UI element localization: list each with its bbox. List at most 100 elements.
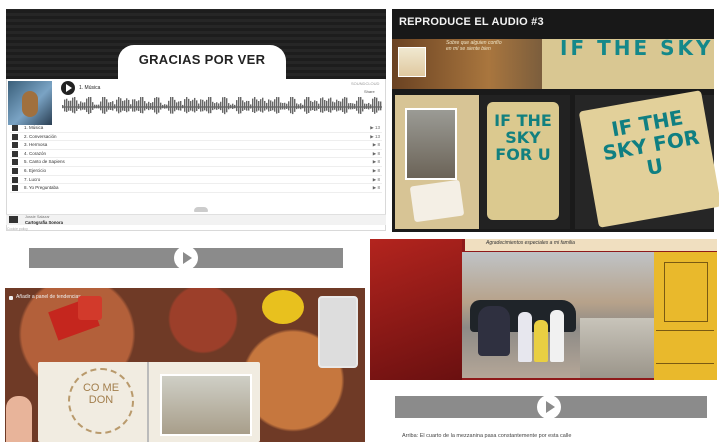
waveform-bar [342,98,344,113]
waveform-bar [218,103,220,110]
track-thumbnail-icon[interactable] [12,133,18,140]
play-button[interactable] [61,81,75,95]
pin-icon[interactable] [9,296,13,300]
waveform-bar [212,101,214,111]
waveform-bar [296,103,298,110]
street [580,318,654,378]
track-row[interactable]: 1. Música ▶ 13 [10,124,382,133]
cookie-policy-link[interactable]: Cookie policy [7,227,28,231]
track-thumbnail-icon[interactable] [12,159,18,166]
waveform-bar [360,97,362,114]
waveform-bar [198,103,200,110]
track-thumbnail-icon[interactable] [12,176,18,183]
waveform-bar [350,103,352,110]
sketch-lines [656,330,714,364]
notebook-lettering: CO ME DON [82,382,120,406]
track-play-count: ▶ 8 [372,150,380,156]
track-row[interactable]: 4. Corazón ▶ 8 [10,150,382,159]
track-row[interactable]: 8. Yo Preguntaba ▶ 8 [10,184,382,193]
waveform-bar [250,104,252,109]
waveform-bar [240,97,242,114]
track-row[interactable]: 7. Lucro ▶ 8 [10,176,382,185]
waveform-bar [290,97,292,114]
waveform-bar [76,100,78,111]
waveform-bar [168,100,170,111]
waveform-bar [208,97,210,114]
page-title: GRACIAS POR VER [138,52,266,67]
track-name[interactable]: 7. Lucro [24,176,40,184]
waveform-bar [298,104,300,109]
footer-avatar-icon[interactable] [9,216,18,223]
track-thumbnail-icon[interactable] [12,167,18,174]
footer-playlist[interactable]: Cartografía Sonora [25,220,63,225]
audio-panel-title: REPRODUCE EL AUDIO #3 [399,16,544,28]
waveform-bar [228,103,230,110]
track-row[interactable]: 6. Ejercicio ▶ 8 [10,167,382,176]
waveform-bar [156,97,158,115]
waveform-bar [174,99,176,112]
album-artwork[interactable] [8,81,52,125]
waveform-bar [114,104,116,109]
waveform-bar [166,104,168,109]
video-player-2[interactable] [395,395,707,419]
waveform-bar [254,97,256,114]
notebook-spine [147,362,149,442]
track-name[interactable]: 2. Conversación [24,133,57,141]
waveform-bar [370,104,372,109]
track-thumbnail-icon[interactable] [12,142,18,149]
footer-artist[interactable]: Jossie Salazar [25,215,50,219]
track-row[interactable]: 5. Canto de Sapiens ▶ 8 [10,158,382,167]
waveform-bar [160,102,162,110]
waveform-bar [80,101,82,111]
track-row[interactable]: 3. Hermosa ▶ 8 [10,141,382,150]
waveform-bar [124,100,126,112]
track-play-count: ▶ 8 [372,142,380,148]
waveform-bar [146,103,148,110]
track-thumbnail-icon[interactable] [12,125,18,131]
video-player-1[interactable] [29,246,343,270]
waveform-bar [158,97,160,113]
waveform-bar [244,102,246,110]
red-box [78,296,102,320]
family-photo [405,108,457,180]
hand [6,396,32,442]
track-name[interactable]: 4. Corazón [24,150,46,158]
waveform[interactable] [62,97,384,117]
waveform-bar [140,97,142,113]
current-track-title[interactable]: 1. Música [79,85,100,91]
video-play-button-1[interactable] [174,246,198,270]
waveform-bar [116,99,118,112]
track-name[interactable]: 1. Música [24,124,43,132]
waveform-bar [190,101,192,111]
track-name[interactable]: 3. Hermosa [24,141,47,149]
waveform-bar [196,100,198,111]
waveform-bar [144,101,146,111]
waveform-bar [288,101,290,111]
waveform-bar [214,103,216,110]
video-play-button-2[interactable] [537,395,561,419]
waveform-bar [364,103,366,110]
track-row[interactable]: 2. Conversación ▶ 13 [10,133,382,142]
track-thumbnail-icon[interactable] [12,150,18,157]
waveform-bar [134,99,136,112]
waveform-bar [154,97,156,113]
track-name[interactable]: 6. Ejercicio [24,167,46,175]
add-to-board-button[interactable]: Añadir a panel de tendencias [16,294,81,300]
waveform-bar [224,97,226,115]
waveform-bar [372,98,374,112]
waveform-bar [284,102,286,110]
waveform-bar [266,102,268,110]
waveform-bar [232,103,234,109]
track-thumbnail-icon[interactable] [12,185,18,192]
share-button[interactable]: Share [364,89,375,94]
soundcloud-logo-icon[interactable]: SOUNDCLOUD [351,81,379,86]
waveform-bar [340,101,342,111]
waveform-bar [238,97,240,114]
waveform-bar [176,102,178,110]
waveform-bar [256,99,258,112]
track-play-count: ▶ 8 [372,167,380,173]
track-name[interactable]: 5. Canto de Sapiens [24,158,65,166]
track-play-count: ▶ 13 [370,133,380,139]
waveform-bar [108,102,110,110]
track-name[interactable]: 8. Yo Preguntaba [24,184,59,192]
